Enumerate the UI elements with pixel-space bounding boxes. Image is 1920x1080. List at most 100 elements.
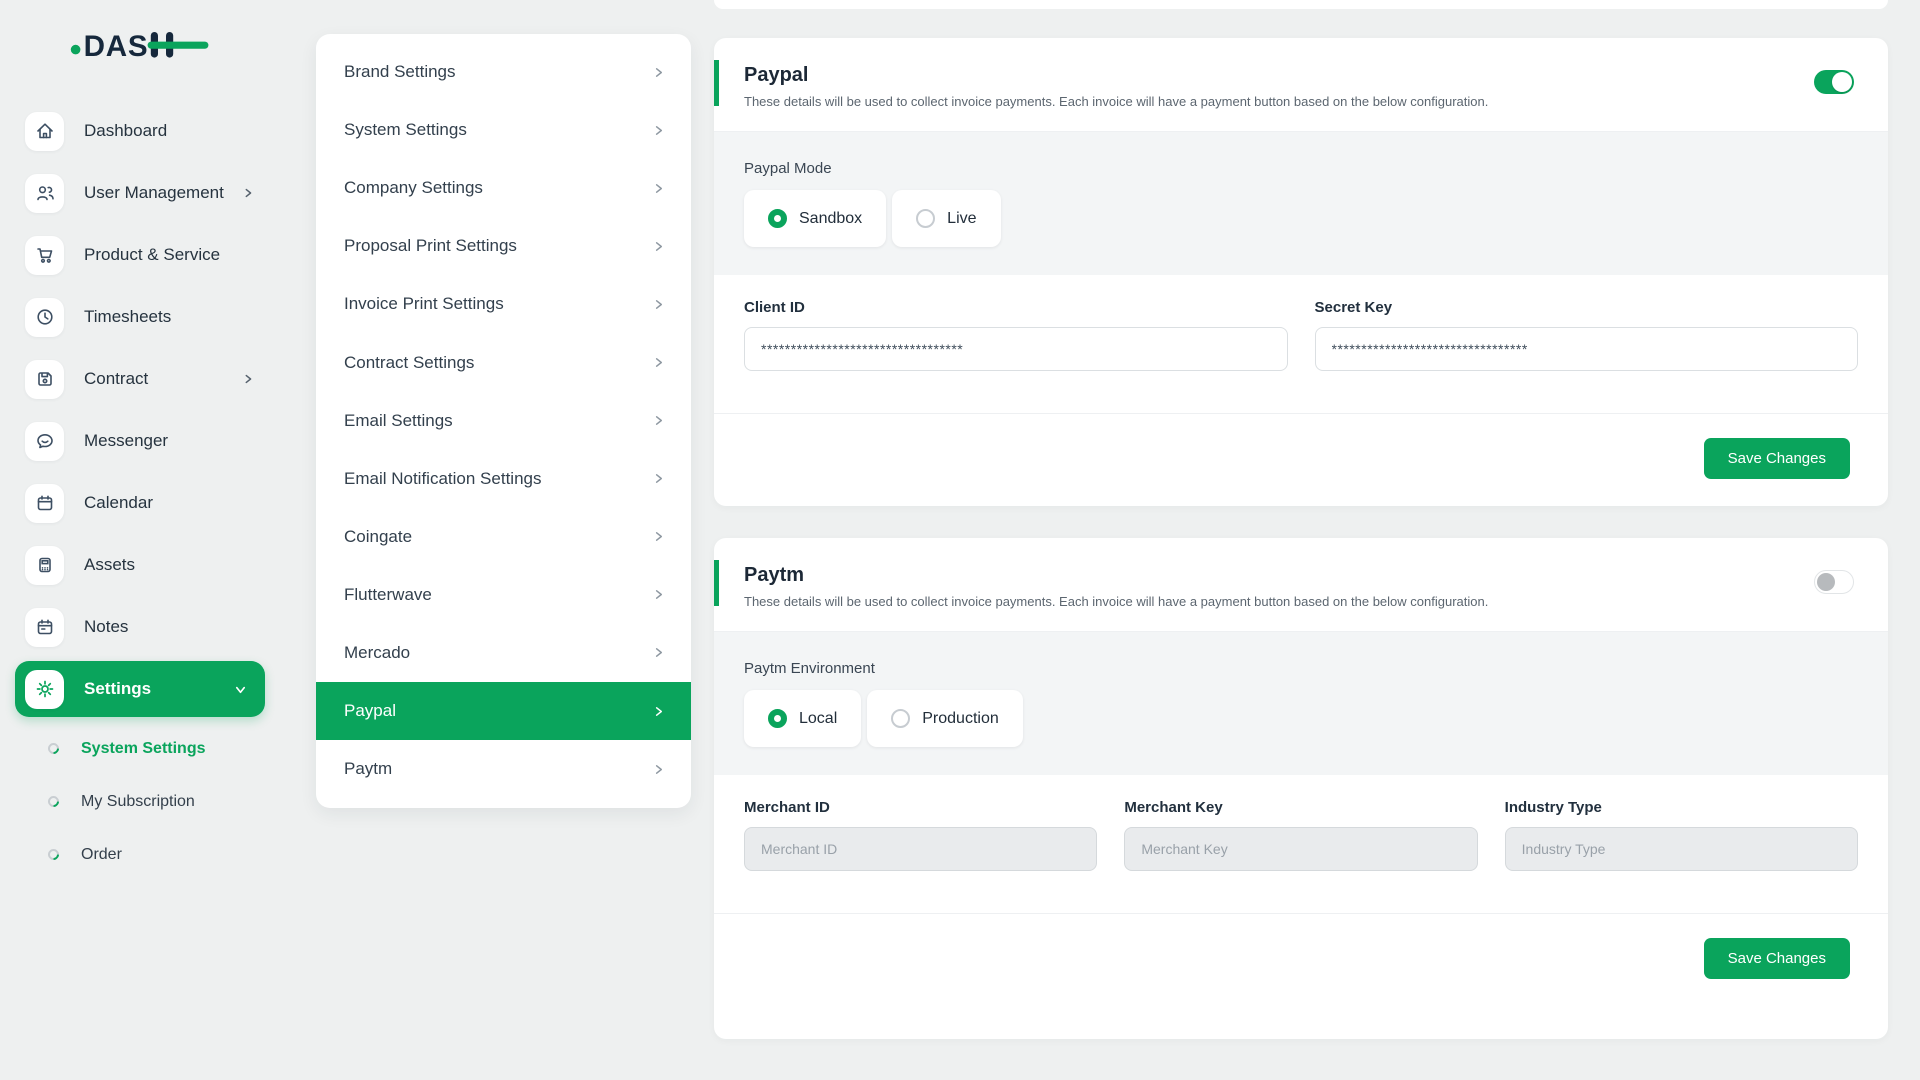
menu-item-label: Brand Settings xyxy=(344,62,456,82)
client-id-field-group: Client ID xyxy=(744,299,1288,371)
menu-item-label: Contract Settings xyxy=(344,353,474,373)
sidebar-item-calendar[interactable]: Calendar xyxy=(0,472,290,534)
sidebar-item-label: Settings xyxy=(84,679,151,699)
chevron-right-icon xyxy=(652,298,665,311)
menu-item-proposal-print-settings[interactable]: Proposal Print Settings xyxy=(316,217,691,275)
menu-item-label: System Settings xyxy=(344,120,467,140)
svg-text:DAS: DAS xyxy=(84,30,149,63)
menu-item-brand-settings[interactable]: Brand Settings xyxy=(316,43,691,101)
menu-item-email-settings[interactable]: Email Settings xyxy=(316,392,691,450)
paypal-save-button[interactable]: Save Changes xyxy=(1704,438,1850,479)
sidebar-item-messenger[interactable]: Messenger xyxy=(0,410,290,472)
menu-item-label: Proposal Print Settings xyxy=(344,236,517,256)
sidebar-item-dashboard[interactable]: Dashboard xyxy=(0,100,290,162)
bullet-icon xyxy=(46,741,62,757)
sidebar-item-label: Messenger xyxy=(84,431,168,451)
radio-selected-icon xyxy=(768,209,787,228)
client-id-input[interactable] xyxy=(744,327,1288,371)
menu-item-mercado[interactable]: Mercado xyxy=(316,624,691,682)
menu-item-contract-settings[interactable]: Contract Settings xyxy=(316,333,691,391)
home-icon xyxy=(25,112,64,151)
sidebar-item-label: Timesheets xyxy=(84,307,171,327)
sidebar-item-user-management[interactable]: User Management xyxy=(0,162,290,224)
sidebar-item-assets[interactable]: Assets xyxy=(0,534,290,596)
menu-item-company-settings[interactable]: Company Settings xyxy=(316,159,691,217)
radio-option-local[interactable]: Local xyxy=(744,690,861,747)
secret-key-field-group: Secret Key xyxy=(1315,299,1859,371)
subnav-item-system-settings[interactable]: System Settings xyxy=(0,722,290,775)
chevron-right-icon xyxy=(652,414,665,427)
paytm-title: Paytm xyxy=(744,564,1488,587)
secret-key-label: Secret Key xyxy=(1315,299,1859,316)
menu-item-label: Company Settings xyxy=(344,178,483,198)
paytm-description: These details will be used to collect in… xyxy=(744,594,1488,609)
paypal-panel-footer: Save Changes xyxy=(714,413,1888,506)
sidebar-item-product-service[interactable]: Product & Service xyxy=(0,224,290,286)
chevron-right-icon xyxy=(652,66,665,79)
radio-option-label: Production xyxy=(922,710,999,728)
menu-item-invoice-print-settings[interactable]: Invoice Print Settings xyxy=(316,275,691,333)
sidebar-item-label: Calendar xyxy=(84,493,153,513)
subnav-item-my-subscription[interactable]: My Subscription xyxy=(0,775,290,828)
sidebar-item-label: Assets xyxy=(84,555,135,575)
paypal-mode-options: Sandbox Live xyxy=(744,190,1858,247)
radio-option-sandbox[interactable]: Sandbox xyxy=(744,190,886,247)
paypal-enable-toggle[interactable] xyxy=(1814,70,1854,94)
settings-menu-panel: Brand Settings System Settings Company S… xyxy=(316,34,691,808)
paytm-fields: Merchant ID Merchant Key Industry Type xyxy=(714,775,1888,871)
brand-logo[interactable]: DAS xyxy=(70,24,210,64)
menu-item-label: Mercado xyxy=(344,643,410,663)
sidebar-item-label: Dashboard xyxy=(84,121,167,141)
menu-item-email-notification-settings[interactable]: Email Notification Settings xyxy=(316,450,691,508)
menu-item-system-settings[interactable]: System Settings xyxy=(316,101,691,159)
chevron-right-icon xyxy=(652,763,665,776)
paytm-enable-toggle[interactable] xyxy=(1814,570,1854,594)
paytm-header-text: Paytm These details will be used to coll… xyxy=(744,564,1488,609)
merchant-id-label: Merchant ID xyxy=(744,799,1097,816)
main-content: Paypal These details will be used to col… xyxy=(714,0,1888,1039)
radio-option-production[interactable]: Production xyxy=(867,690,1023,747)
dash-logo-icon: DAS xyxy=(70,24,210,64)
chat-icon xyxy=(25,422,64,461)
menu-item-coingate[interactable]: Coingate xyxy=(316,508,691,566)
menu-item-paytm[interactable]: Paytm xyxy=(316,740,691,798)
menu-item-label: Paypal xyxy=(344,701,396,721)
chevron-right-icon xyxy=(242,373,254,385)
sidebar-item-settings[interactable]: Settings xyxy=(0,658,290,720)
menu-item-paypal[interactable]: Paypal xyxy=(316,682,691,740)
notes-icon xyxy=(25,608,64,647)
paypal-fields: Client ID Secret Key xyxy=(714,275,1888,371)
chevron-right-icon xyxy=(652,705,665,718)
subnav-item-label: System Settings xyxy=(81,740,205,758)
merchant-key-field-group: Merchant Key xyxy=(1124,799,1477,871)
paytm-panel-header: Paytm These details will be used to coll… xyxy=(714,538,1888,632)
client-id-label: Client ID xyxy=(744,299,1288,316)
settings-active-pill[interactable]: Settings xyxy=(15,661,265,717)
radio-unselected-icon xyxy=(891,709,910,728)
menu-item-label: Invoice Print Settings xyxy=(344,294,504,314)
merchant-key-input[interactable] xyxy=(1124,827,1477,871)
sidebar-item-notes[interactable]: Notes xyxy=(0,596,290,658)
industry-type-input[interactable] xyxy=(1505,827,1858,871)
menu-item-flutterwave[interactable]: Flutterwave xyxy=(316,566,691,624)
radio-unselected-icon xyxy=(916,209,935,228)
subnav-item-order[interactable]: Order xyxy=(0,828,290,881)
secret-key-input[interactable] xyxy=(1315,327,1859,371)
chevron-right-icon xyxy=(652,646,665,659)
paypal-mode-label: Paypal Mode xyxy=(744,160,1858,177)
industry-type-field-group: Industry Type xyxy=(1505,799,1858,871)
settings-subnav: System Settings My Subscription Order xyxy=(0,722,290,881)
radio-option-live[interactable]: Live xyxy=(892,190,1000,247)
menu-item-label: Email Notification Settings xyxy=(344,469,541,489)
paypal-mode-section: Paypal Mode Sandbox Live xyxy=(714,132,1888,275)
calendar-icon xyxy=(25,484,64,523)
sidebar-item-contract[interactable]: Contract xyxy=(0,348,290,410)
paytm-save-button[interactable]: Save Changes xyxy=(1704,938,1850,979)
paytm-panel: Paytm These details will be used to coll… xyxy=(714,538,1888,1039)
toggle-knob xyxy=(1832,72,1852,92)
sidebar-item-timesheets[interactable]: Timesheets xyxy=(0,286,290,348)
accent-bar xyxy=(714,560,719,606)
paypal-title: Paypal xyxy=(744,64,1488,87)
menu-item-label: Paytm xyxy=(344,759,392,779)
merchant-id-input[interactable] xyxy=(744,827,1097,871)
